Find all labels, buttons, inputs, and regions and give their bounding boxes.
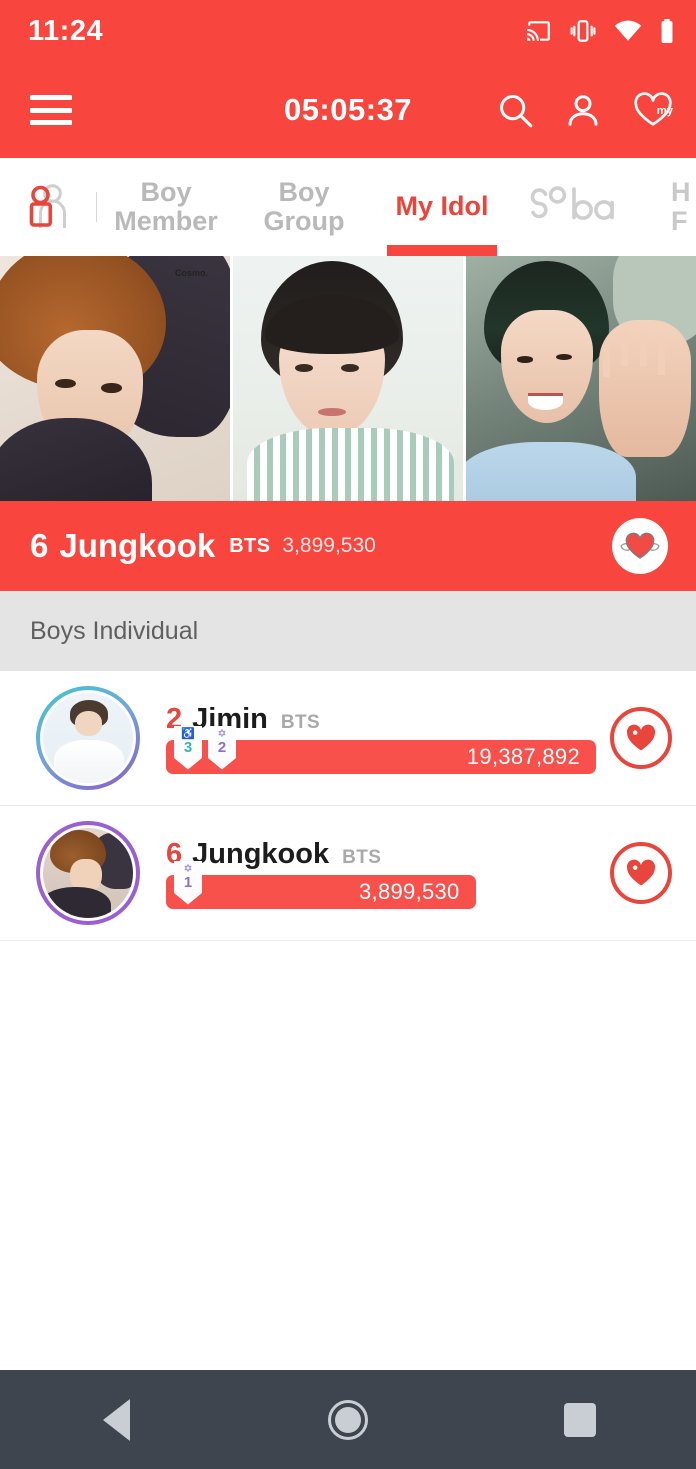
idol-photo-3[interactable] (463, 256, 696, 501)
vote-count: 3,899,530 (359, 878, 460, 904)
idol-photo-2[interactable] (230, 256, 463, 501)
table-row[interactable]: 2 Jimin BTS 19,387,892 ♿ 3 ✡ 2 (0, 671, 696, 806)
badge-icon: ♿ (181, 727, 195, 740)
vibrate-icon (570, 20, 596, 42)
badge-ribbons: ♿ 3 ✡ 2 (174, 725, 236, 770)
row-group: BTS (342, 846, 382, 868)
photo-strip: Cosmo. (0, 256, 696, 501)
hamburger-menu-icon[interactable] (30, 95, 72, 125)
heart-vote-icon[interactable] (610, 707, 672, 769)
tab-label-line1: H (671, 176, 691, 207)
recents-square-icon[interactable] (520, 1370, 640, 1469)
badge-number: 3 (183, 738, 193, 756)
featured-banner[interactable]: 6 Jungkook BTS 3,899,530 (0, 501, 696, 591)
tab-label-line1: Boy (140, 176, 192, 207)
badge-ribbon: ♿ 3 (174, 725, 202, 770)
my-heart-icon[interactable]: my (632, 91, 674, 129)
section-header: Boys Individual (0, 591, 696, 671)
tab-active-underline (387, 245, 497, 256)
status-icons (526, 19, 674, 43)
app-bar-actions: my (496, 91, 674, 129)
photo-watermark: Cosmo. (174, 268, 208, 278)
vote-bar-wrapper: 19,387,892 ♿ 3 ✡ 2 (166, 725, 596, 774)
tab-label-line1: Boy (278, 176, 330, 207)
tab-partial-last[interactable]: H F (661, 158, 696, 256)
badge-ribbon: ✡ 2 (208, 725, 236, 770)
vote-count: 19,387,892 (466, 743, 580, 769)
search-icon[interactable] (496, 91, 534, 129)
wifi-icon (614, 20, 642, 41)
badge-number: 1 (183, 873, 193, 891)
featured-rank: 6 (30, 527, 49, 564)
cast-icon (527, 21, 550, 41)
row-content: 6 Jungkook BTS 3,899,530 ✡ 1 (166, 838, 596, 909)
status-bar: 11:24 (0, 0, 696, 62)
profile-icon[interactable] (564, 91, 602, 129)
tab-label-line2: F (671, 206, 688, 236)
soba-logo (530, 186, 614, 220)
ranking-list: 2 Jimin BTS 19,387,892 ♿ 3 ✡ 2 6 Jungkoo… (0, 671, 696, 941)
tab-soba[interactable] (511, 158, 661, 256)
row-group: BTS (280, 711, 321, 733)
tab-boy-member[interactable]: Boy Member (97, 158, 235, 256)
row-name: Jungkook (192, 837, 330, 870)
badge-icon: ✡ (183, 862, 193, 875)
winged-heart-badge-icon[interactable] (612, 518, 668, 574)
idol-photo-1[interactable]: Cosmo. (0, 256, 230, 501)
home-circle-icon[interactable] (288, 1370, 408, 1469)
section-title: Boys Individual (30, 616, 199, 645)
status-time: 11:24 (28, 14, 104, 47)
badge-number: 2 (217, 738, 227, 756)
back-triangle-icon[interactable] (56, 1370, 176, 1469)
table-row[interactable]: 6 Jungkook BTS 3,899,530 ✡ 1 (0, 806, 696, 941)
featured-group: BTS (229, 534, 271, 557)
battery-icon (661, 19, 673, 43)
vote-bar-wrapper: 3,899,530 ✡ 1 (166, 860, 596, 909)
avatar[interactable] (36, 686, 140, 790)
android-nav-bar (0, 1370, 696, 1469)
avatar[interactable] (36, 821, 140, 925)
tab-bar: Boy Member Boy Group My Idol H F (0, 158, 696, 256)
featured-name: Jungkook (59, 527, 216, 564)
vote-bar: 3,899,530 (166, 874, 476, 909)
tab-label-line2: Member (114, 206, 218, 236)
heart-vote-icon[interactable] (610, 842, 672, 904)
app-bar: 05:05:37 my (0, 62, 696, 158)
tab-my-idol[interactable]: My Idol (373, 158, 511, 256)
tab-label-line1: My Idol (395, 191, 489, 222)
empty-list-area (0, 941, 696, 1361)
badge-icon: ✡ (217, 727, 227, 740)
gender-person-icon[interactable] (0, 158, 96, 256)
badge-ribbons: ✡ 1 (174, 860, 202, 905)
phone-screen: 11:24 05:05:37 my Boy Member Boy Group M… (0, 0, 696, 1469)
tab-label-line2: Group (263, 206, 345, 236)
svg-text:my: my (657, 105, 674, 117)
featured-count: 3,899,530 (282, 534, 376, 557)
row-content: 2 Jimin BTS 19,387,892 ♿ 3 ✡ 2 (166, 703, 596, 774)
tab-boy-group[interactable]: Boy Group (235, 158, 373, 256)
badge-ribbon: ✡ 1 (174, 860, 202, 905)
row-title: 6 Jungkook BTS (166, 838, 596, 871)
